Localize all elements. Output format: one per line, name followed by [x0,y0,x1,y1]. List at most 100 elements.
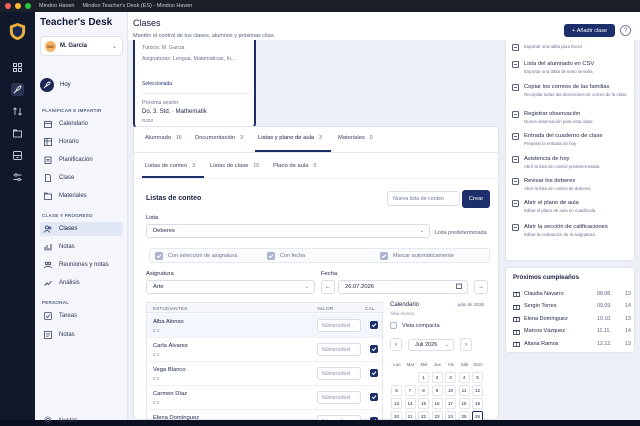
month-select[interactable]: Juli 2026 ⌄ [408,339,454,351]
tab-materiales[interactable]: Materiales 0 [338,135,373,141]
value-input[interactable]: Número/text [317,415,361,420]
cal-checkbox[interactable] [370,393,378,401]
value-input[interactable]: Número/text [317,367,361,380]
cal-checkbox[interactable] [370,321,378,329]
calendar-day[interactable]: 15 [418,398,429,409]
rail-swap-icon[interactable] [11,105,24,118]
value-input[interactable]: Número/text [317,343,361,356]
rail-dashboard-icon[interactable] [11,61,24,74]
calendar-day[interactable]: 11 [458,385,470,396]
tab-listas[interactable]: Listas y plano de aula 3 [258,135,322,141]
minimize-window-button[interactable] [15,3,21,9]
calendar-day[interactable]: 25 [458,411,470,420]
sidebar-item-label: Calendario [59,121,89,127]
sidebar-item-tareas[interactable]: Tareas [40,309,123,323]
rail-archive-icon[interactable] [11,149,24,162]
next-session-value: Do, 3. Std. · Mathematik [142,109,207,115]
date-input[interactable]: 26.07.2026 [338,280,468,294]
next-date-button[interactable]: → [474,280,488,294]
quick-action-title: Copiar los correos de las familias [524,84,610,90]
home-button[interactable]: Hoy [40,78,71,92]
opt-date[interactable]: Con fecha [267,252,305,260]
rail-folder-icon[interactable] [11,127,24,140]
calendar-day[interactable]: 8 [418,385,429,396]
calendar-day[interactable]: 3 [445,372,456,383]
rail-sliders-icon[interactable] [11,171,24,184]
compact-toggle[interactable]: Vista compacta [390,322,440,329]
quick-action-title: Lista del alumnado en CSV [524,61,595,67]
calendar-day[interactable]: 2 [431,372,443,383]
list-select[interactable]: Deberes ⌄ [146,224,430,238]
calendar-day[interactable]: 13 [391,398,402,409]
value-input[interactable]: Número/text [317,391,361,404]
calendar-day[interactable]: 4 [458,372,470,383]
calendar-day[interactable]: 17 [445,398,456,409]
subtab-plano-aula[interactable]: Plano de aula 0 [273,163,316,169]
class-card[interactable]: Tutor/a: M. Garcia Asignaturas: Lengua, … [133,40,256,131]
sidebar-item-planificacion[interactable]: Planificación [40,153,123,167]
calendar-day[interactable]: 7 [404,385,416,396]
sidebar-item-horario[interactable]: Horario [40,135,123,149]
cal-checkbox[interactable] [370,345,378,353]
calendar-day[interactable]: 22 [418,411,429,420]
quick-action-desc: Abrir la lista de control de deberes [524,186,591,191]
sidebar-item-calendario[interactable]: Calendario [40,117,123,131]
sidebar-item-clase[interactable]: Clase [40,171,123,185]
opt-subject[interactable]: Con selección de asignatura [155,252,237,260]
weekday-label: Dom [473,362,483,367]
calendar-day[interactable]: 18 [458,398,470,409]
calendar-day[interactable]: 26 [472,411,483,420]
sidebar-item-label: Análisis [59,280,80,286]
subtab-listas-conteo[interactable]: Listas de conteo 3 [145,163,195,169]
calendar-day[interactable]: 20 [391,411,402,420]
subtab-listas-clase[interactable]: Listas de clase 10 [210,163,259,169]
calendar-day[interactable]: 16 [431,398,443,409]
calendar-day[interactable]: 12 [472,385,483,396]
sidebar-item-notas-personal[interactable]: Notas [40,328,123,342]
next-month-button[interactable]: › [460,338,472,351]
calendar-day[interactable]: 14 [404,398,416,409]
rail-rocket-icon[interactable] [11,83,24,96]
zoom-window-button[interactable] [25,3,31,9]
user-name: M. Garcia [60,43,88,49]
sidebar-item-materiales[interactable]: Materiales [40,189,123,203]
tab-documentacion[interactable]: Documentación 3 [195,135,243,141]
calendar-day[interactable]: 23 [431,411,443,420]
calendar-day[interactable]: 10 [445,385,456,396]
sidebar-item-notas[interactable]: Notas [40,240,123,254]
close-window-button[interactable] [5,3,11,9]
table-row: Carmen Díaz Σ 2 Número/text [147,386,382,410]
sidebar-item-clases[interactable]: Clases [40,222,123,236]
calendar-day[interactable]: 6 [391,385,402,396]
birthday-date: 10.10. [597,315,612,322]
calendar-title: Calendario [390,302,420,308]
calendar-day[interactable]: 9 [431,385,443,396]
calendar-day[interactable]: 19 [472,398,483,409]
birthday-date: 11.11. [597,328,611,334]
birthday-age: 14 [625,303,631,309]
calendar-day[interactable]: 21 [404,411,416,420]
user-switcher[interactable]: MG M. Garcia ⌄ [40,36,123,56]
cal-checkbox[interactable] [370,369,378,377]
quick-action-desc: Abrir la lista de control predeterminada [524,164,600,169]
settings-button[interactable]: Ajustes [44,416,78,426]
new-tally-input[interactable]: Nueva lista de conteo [387,191,460,206]
create-button[interactable]: Crear [462,190,490,208]
calendar-day[interactable]: 5 [472,372,483,383]
prev-month-button[interactable]: ‹ [390,338,402,351]
prev-date-button[interactable]: ← [321,280,335,294]
add-class-button[interactable]: + Añadir clase [564,24,615,37]
gear-icon [44,416,52,426]
quick-action-title: Asistencia de hoy [524,156,570,162]
calendar-day[interactable]: 24 [445,411,456,420]
calendar-day[interactable]: 1 [418,372,429,383]
opt-auto[interactable]: Marcar automáticamente [380,252,454,260]
tab-alumnado[interactable]: Alumnado 16 [145,135,182,141]
help-icon[interactable]: ? [620,25,631,36]
sidebar-item-analisis[interactable]: Análisis [40,276,123,290]
subject-select[interactable]: Arte ⌄ [146,280,315,294]
sidebar-item-reuniones[interactable]: Reuniones y notas [40,258,123,272]
book-icon [512,133,519,140]
calendar-widget: Calendario Alba Alonso julio de 2026 Vis… [390,302,490,420]
value-input[interactable]: Número/text [317,319,361,332]
